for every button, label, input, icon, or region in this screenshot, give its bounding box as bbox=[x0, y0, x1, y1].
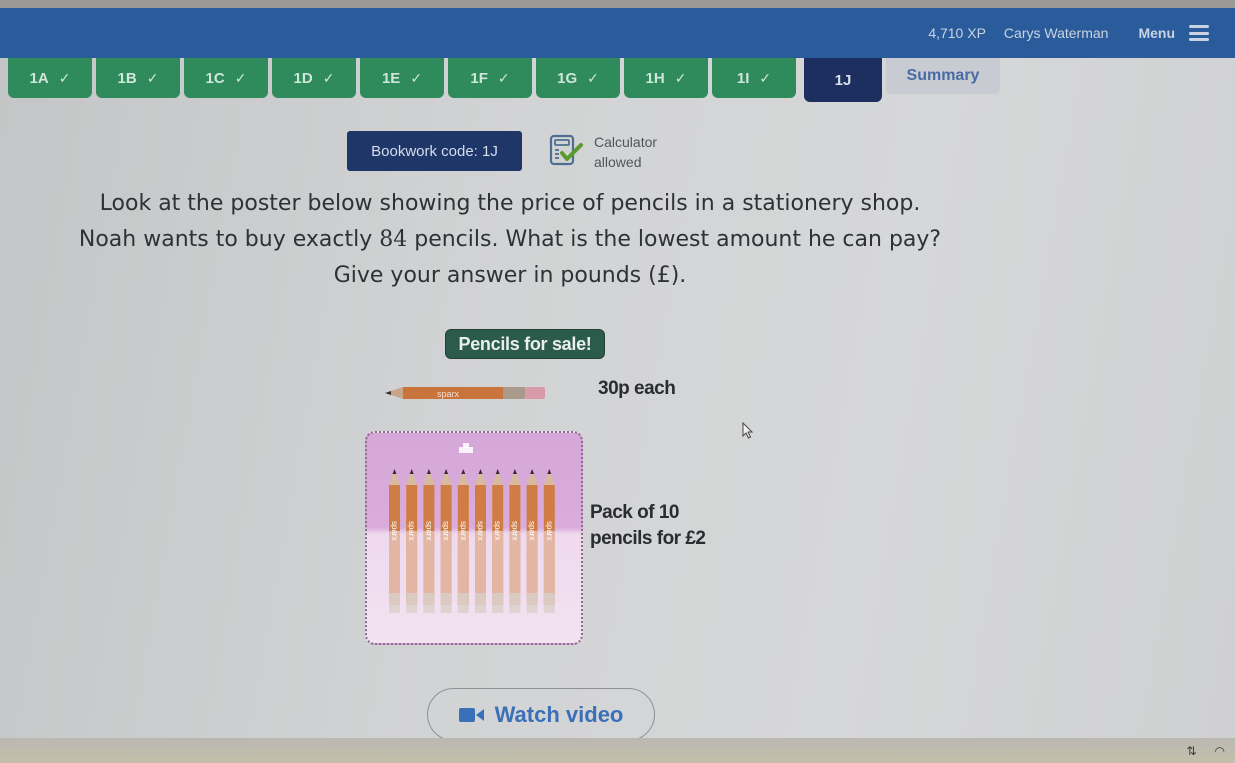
wifi-icon[interactable]: ◠ bbox=[1215, 744, 1225, 758]
pencil-brand: sparx bbox=[437, 389, 460, 399]
tab-1j[interactable]: 1J bbox=[804, 58, 882, 102]
top-bar: 4,710 XP Carys Waterman Menu bbox=[0, 8, 1235, 58]
pencil-pack-image: sparx sparx sparx sparx sparx sparx sparx sparx… bbox=[365, 431, 583, 645]
tab-label: 1H bbox=[645, 69, 665, 87]
pack-pencil-brand: sparx bbox=[424, 521, 433, 541]
tab-1a[interactable]: 1A ✓ bbox=[8, 58, 92, 98]
tab-label: 1F bbox=[470, 69, 488, 87]
pack-pencil: sparx bbox=[492, 469, 504, 613]
tab-label: 1A bbox=[29, 69, 49, 87]
tab-label: 1D bbox=[293, 69, 313, 87]
tab-label: 1C bbox=[205, 69, 225, 87]
tab-label: 1J bbox=[834, 71, 852, 89]
hamburger-icon[interactable] bbox=[1189, 25, 1209, 41]
bookwork-code-label: Bookwork code: 1J bbox=[371, 142, 498, 160]
pack-pencil: sparx bbox=[543, 469, 555, 613]
question-line2-pre: Noah wants to buy exactly bbox=[78, 227, 380, 252]
check-icon: ✓ bbox=[234, 69, 247, 86]
screen: 4,710 XP Carys Waterman Menu 1A ✓ 1B ✓ 1C ✓… bbox=[0, 0, 1235, 763]
tab-1h[interactable]: 1H ✓ bbox=[624, 58, 708, 98]
pack-pencil-brand: sparx bbox=[407, 521, 416, 541]
tab-summary[interactable]: Summary bbox=[886, 58, 1000, 94]
pack-pencil-brand: sparx bbox=[493, 521, 502, 541]
pack-pencil-brand: sparx bbox=[476, 521, 485, 541]
tab-1g[interactable]: 1G ✓ bbox=[536, 58, 620, 98]
bezel-top bbox=[0, 0, 1235, 8]
check-icon: ✓ bbox=[58, 69, 71, 86]
pack-pencil-brand: sparx bbox=[545, 521, 554, 541]
task-tabs: 1A ✓ 1B ✓ 1C ✓ 1D ✓ 1E ✓ 1F ✓ 1G ✓ 1H ✓ 1I ✓ 1J S… bbox=[8, 58, 1004, 102]
tab-1d[interactable]: 1D ✓ bbox=[272, 58, 356, 98]
pack-price: Pack of 10 pencils for £2 bbox=[590, 500, 706, 552]
check-icon: ✓ bbox=[497, 69, 510, 86]
pack-pencil: sparx bbox=[526, 469, 538, 613]
pack-pencil: sparx bbox=[475, 469, 486, 613]
tab-1b[interactable]: 1B ✓ bbox=[96, 58, 180, 98]
poster-title-text: Pencils for sale! bbox=[458, 333, 592, 354]
watch-video-button[interactable]: Watch video bbox=[427, 688, 655, 741]
bookwork-code-badge: Bookwork code: 1J bbox=[347, 131, 522, 171]
video-camera-icon bbox=[458, 706, 485, 724]
calculator-status: Calculator allowed bbox=[594, 132, 657, 172]
pack-line1: Pack of 10 bbox=[590, 502, 679, 523]
tab-label: 1G bbox=[557, 69, 578, 87]
pack-pencil-brand: sparx bbox=[510, 521, 519, 541]
pack-pencil-brand: sparx bbox=[390, 521, 399, 541]
question-line2: Noah wants to buy exactly 84 pencils. Wh… bbox=[0, 222, 1020, 258]
check-icon: ✓ bbox=[146, 69, 159, 86]
question-number: 84 bbox=[379, 227, 408, 252]
question-line3: Give your answer in pounds (£). bbox=[333, 263, 687, 288]
mouse-cursor-icon bbox=[742, 422, 754, 439]
xp-count: 4,710 XP bbox=[928, 25, 986, 41]
pack-pencil-brand: sparx bbox=[459, 521, 468, 541]
tab-label: Summary bbox=[906, 67, 980, 84]
watch-video-label: Watch video bbox=[494, 701, 624, 727]
tab-1i[interactable]: 1I ✓ bbox=[712, 58, 796, 98]
menu-label[interactable]: Menu bbox=[1138, 25, 1175, 41]
network-icon[interactable]: ⇅ bbox=[1186, 744, 1196, 758]
pack-pencil: sparx bbox=[389, 469, 400, 613]
calculator-line1: Calculator bbox=[594, 134, 658, 150]
calculator-line2: allowed bbox=[594, 154, 642, 170]
tab-1e[interactable]: 1E ✓ bbox=[360, 58, 444, 98]
poster-title: Pencils for sale! bbox=[445, 329, 605, 359]
pencil-image: sparx bbox=[385, 387, 545, 399]
pack-pencil-brand: sparx bbox=[528, 521, 537, 541]
question-line1: Look at the poster below showing the pri… bbox=[99, 191, 921, 216]
single-price: 30p each bbox=[598, 378, 676, 399]
question-line2-post: pencils. What is the lowest amount he ca… bbox=[407, 227, 942, 252]
check-icon: ✓ bbox=[410, 69, 423, 86]
check-icon: ✓ bbox=[759, 69, 772, 86]
pack-pencil: sparx bbox=[457, 469, 469, 613]
calculator-check-icon bbox=[549, 134, 583, 166]
check-icon: ✓ bbox=[674, 69, 687, 86]
tab-label: 1E bbox=[381, 69, 401, 87]
pack-line2: pencils for £2 bbox=[590, 528, 706, 549]
pencil-pack-drawing: sparx sparx sparx sparx sparx sparx sparx sparx… bbox=[389, 443, 555, 613]
tab-1f[interactable]: 1F ✓ bbox=[448, 58, 532, 98]
tab-label: 1B bbox=[117, 69, 137, 87]
user-name[interactable]: Carys Waterman bbox=[1004, 25, 1109, 41]
tab-label: 1I bbox=[736, 69, 750, 87]
tab-1c[interactable]: 1C ✓ bbox=[184, 58, 268, 98]
pack-pencil-brand: sparx bbox=[442, 521, 451, 541]
check-icon: ✓ bbox=[322, 69, 335, 86]
pack-pencil: sparx bbox=[423, 469, 435, 613]
taskbar bbox=[0, 738, 1235, 763]
system-tray: ⇅ ◠ bbox=[1186, 744, 1225, 758]
question-text: Look at the poster below showing the pri… bbox=[0, 186, 1020, 294]
pack-pencil: sparx bbox=[440, 469, 452, 613]
check-icon: ✓ bbox=[587, 69, 599, 86]
pack-pencil: sparx bbox=[406, 469, 418, 613]
pack-pencil: sparx bbox=[509, 469, 521, 613]
